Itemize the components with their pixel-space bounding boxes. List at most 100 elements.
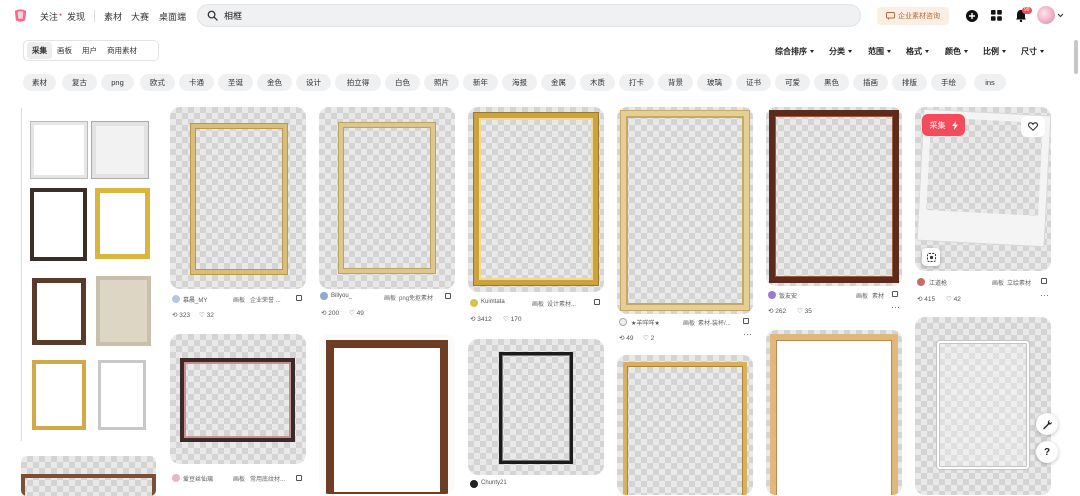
tag-chip[interactable]: 黑色: [814, 74, 849, 91]
card-board-name[interactable]: 常用底纹材...: [250, 474, 285, 483]
tag-chip[interactable]: 拍立得: [335, 74, 381, 91]
card-username[interactable]: 饭友安: [779, 291, 797, 300]
card-username[interactable]: ★羊咩咩★: [631, 318, 660, 327]
nav-desktop[interactable]: 桌面端: [159, 10, 186, 23]
tab-users[interactable]: 用户: [77, 42, 102, 59]
card-board-name[interactable]: 企业荣誉 ...: [250, 295, 281, 304]
more-options-icon[interactable]: ···: [1040, 290, 1049, 300]
image-card[interactable]: [617, 107, 753, 314]
card-username[interactable]: 江道枪: [929, 278, 947, 287]
card-username[interactable]: 爱豆丝仙璃: [183, 474, 213, 483]
image-card[interactable]: [468, 107, 604, 292]
avatar[interactable]: [470, 299, 478, 307]
tag-chip[interactable]: 金色: [257, 74, 292, 91]
more-options-icon[interactable]: ···: [891, 302, 900, 312]
corp-consult-button[interactable]: 企业素材咨询: [877, 7, 949, 25]
image-card[interactable]: [170, 334, 306, 464]
tag-chip[interactable]: 排版: [892, 74, 927, 91]
card-board-name[interactable]: png免抠素材: [399, 293, 433, 302]
user-avatar[interactable]: [1037, 6, 1055, 24]
scrollbar-thumb[interactable]: [1074, 40, 1078, 74]
tab-boards[interactable]: 画板: [52, 42, 77, 59]
avatar[interactable]: [320, 292, 328, 300]
tag-chip[interactable]: 背景: [658, 74, 693, 91]
apps-grid-icon[interactable]: [991, 10, 1002, 21]
add-icon[interactable]: [966, 10, 978, 22]
image-card[interactable]: [319, 334, 455, 494]
image-card[interactable]: [21, 456, 156, 496]
image-card[interactable]: [617, 355, 753, 495]
nav-discover[interactable]: 发现: [67, 10, 85, 23]
nav-contests[interactable]: 大赛: [131, 10, 149, 23]
filter-dropdown-ratio[interactable]: 比例: [983, 46, 1006, 57]
collect-button[interactable]: 采集: [922, 114, 965, 136]
search-input[interactable]: [224, 10, 824, 21]
card-username[interactable]: Billyou_: [331, 293, 352, 299]
tag-chip[interactable]: 卡通: [179, 74, 214, 91]
tag-chip[interactable]: 证书: [736, 74, 771, 91]
avatar[interactable]: [172, 295, 180, 303]
search-bar[interactable]: [197, 4, 861, 27]
tools-button[interactable]: [1036, 413, 1058, 435]
image-search-button[interactable]: [922, 248, 940, 266]
board-icon: [594, 299, 600, 305]
tag-chip[interactable]: 插画: [853, 74, 888, 91]
more-options-icon[interactable]: ···: [743, 329, 752, 339]
avatar[interactable]: [470, 480, 478, 488]
nav-materials[interactable]: 素材: [104, 10, 122, 23]
card-username[interactable]: 慕晨_MY: [183, 295, 207, 304]
card-board-name[interactable]: 设计素材...: [547, 299, 576, 308]
image-card[interactable]: [766, 107, 902, 286]
tag-chip[interactable]: 金属: [541, 74, 576, 91]
tag-chip[interactable]: 手绘: [931, 74, 966, 91]
image-card[interactable]: [766, 330, 902, 495]
tag-chip[interactable]: 木质: [580, 74, 615, 91]
help-button[interactable]: ?: [1036, 441, 1058, 463]
save-count: ⟲ 262: [768, 307, 786, 315]
nav-divider: [94, 10, 95, 22]
avatar[interactable]: [172, 474, 180, 482]
card-username[interactable]: Kuimtata: [481, 299, 505, 305]
filter-dropdown-color[interactable]: 颜色: [945, 46, 968, 57]
tag-chip[interactable]: 照片: [424, 74, 459, 91]
card-board-name[interactable]: 素材: [872, 291, 884, 300]
filter-dropdown-category[interactable]: 分类: [829, 46, 852, 57]
avatar[interactable]: [619, 318, 627, 326]
tag-chip[interactable]: 可爱: [775, 74, 810, 91]
image-card[interactable]: [915, 317, 1051, 495]
filter-dropdown-format[interactable]: 格式: [906, 46, 929, 57]
tag-chip[interactable]: 新年: [463, 74, 498, 91]
sort-dropdown-comprehensive[interactable]: 综合排序: [775, 46, 814, 57]
frame-thumbnail: [98, 360, 146, 430]
image-card[interactable]: [170, 107, 306, 289]
filter-dropdown-range[interactable]: 范围: [868, 46, 891, 57]
like-button[interactable]: [1021, 116, 1045, 137]
card-board-name[interactable]: 素材-装杯/...: [698, 318, 731, 327]
chevron-down-icon[interactable]: [1057, 13, 1064, 18]
tag-chip[interactable]: 素材: [23, 74, 56, 91]
card-board-name[interactable]: 立绘素材: [1007, 278, 1031, 287]
tag-chip[interactable]: 海报: [502, 74, 537, 91]
filter-dropdown-size[interactable]: 尺寸: [1021, 46, 1044, 57]
tag-chip[interactable]: 白色: [385, 74, 420, 91]
save-count: ⟲ 323: [172, 311, 190, 319]
avatar[interactable]: [917, 278, 925, 286]
tag-chip[interactable]: 复古: [62, 74, 97, 91]
image-card[interactable]: [468, 339, 604, 475]
tag-chip[interactable]: 圣诞: [218, 74, 253, 91]
tag-chip[interactable]: png: [101, 74, 134, 91]
nav-follow[interactable]: 关注: [40, 10, 58, 23]
tab-collect[interactable]: 采集: [27, 42, 52, 59]
site-logo-icon[interactable]: [13, 8, 28, 23]
tag-chip[interactable]: 玻璃: [697, 74, 732, 91]
tab-commercial[interactable]: 商用素材: [102, 42, 142, 59]
card-username[interactable]: Chunty21: [481, 480, 507, 486]
tag-chip[interactable]: 设计: [296, 74, 331, 91]
image-card[interactable]: [21, 108, 152, 441]
save-count-value: 200: [328, 310, 340, 317]
tag-chip[interactable]: 打卡: [619, 74, 654, 91]
tag-chip[interactable]: 欧式: [140, 74, 175, 91]
avatar[interactable]: [768, 291, 776, 299]
tag-chip[interactable]: ins: [974, 74, 1006, 91]
image-card[interactable]: [319, 107, 455, 289]
